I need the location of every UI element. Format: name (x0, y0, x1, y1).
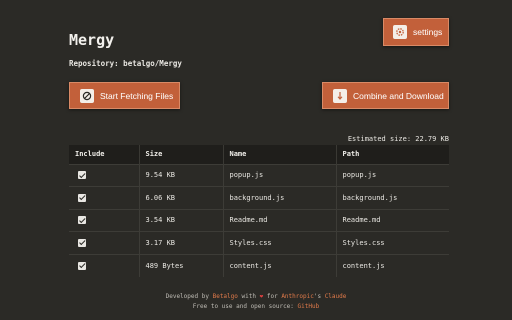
combine-download-button[interactable]: Combine and Download (322, 82, 449, 109)
table-row: 3.17 KB Styles.css Styles.css (69, 231, 449, 254)
include-cell (69, 163, 140, 187)
footer-text: Free to use and open source: (192, 303, 294, 310)
size-cell: 3.54 KB (139, 208, 224, 232)
company-link[interactable]: Anthropic (281, 293, 314, 300)
name-cell: Readme.md (223, 208, 337, 232)
table-row: 9.54 KB popup.js popup.js (69, 163, 449, 187)
size-cell: 9.54 KB (139, 163, 224, 187)
start-fetching-button[interactable]: Start Fetching Files (69, 82, 180, 109)
product-link[interactable]: Claude (325, 293, 347, 300)
include-cell (69, 253, 140, 277)
gear-icon (393, 25, 407, 39)
table-header-row: Include Size Name Path (69, 145, 449, 164)
footer-credits: Developed by Betalgo with ❤ for Anthropi… (0, 293, 512, 300)
include-checkbox[interactable] (78, 261, 86, 270)
header-size: Size (139, 145, 224, 164)
table-row: 6.06 KB background.js background.js (69, 186, 449, 209)
heart-icon: ❤ (259, 293, 264, 300)
footer-text: 's (313, 293, 322, 300)
name-cell: content.js (223, 253, 337, 277)
size-cell: 489 Bytes (139, 253, 224, 277)
path-cell: Readme.md (336, 208, 449, 232)
include-checkbox[interactable] (78, 171, 86, 180)
author-link[interactable]: Betalgo (213, 293, 238, 300)
size-cell: 6.06 KB (139, 186, 224, 209)
files-table: Include Size Name Path 9.54 KB popup.js … (69, 145, 449, 277)
combine-download-label: Combine and Download (353, 90, 444, 101)
download-icon (333, 88, 347, 103)
include-checkbox[interactable] (78, 238, 86, 247)
github-link[interactable]: GitHub (298, 303, 320, 310)
path-cell: popup.js (336, 163, 449, 187)
app-title: Mergy (69, 31, 115, 49)
start-fetching-label: Start Fetching Files (100, 90, 174, 101)
settings-button[interactable]: settings (383, 18, 449, 46)
path-cell: Styles.css (336, 231, 449, 254)
include-checkbox[interactable] (78, 216, 86, 225)
repository-label: Repository: betalgo/Mergy (69, 59, 182, 68)
fetch-icon (80, 88, 94, 103)
include-cell (69, 231, 140, 254)
estimated-size: Estimated size: 22.79 KB (347, 135, 449, 143)
name-cell: popup.js (223, 163, 337, 187)
header-include: Include (69, 145, 140, 164)
footer-license: Free to use and open source: GitHub (0, 303, 512, 310)
footer-text: Developed by (165, 293, 209, 300)
footer-text: with (241, 293, 256, 300)
table-row: 489 Bytes content.js content.js (69, 253, 449, 277)
name-cell: background.js (223, 186, 337, 209)
settings-label: settings (413, 27, 443, 37)
path-cell: content.js (336, 253, 449, 277)
include-checkbox[interactable] (78, 193, 86, 202)
footer-text: for (266, 293, 278, 300)
path-cell: background.js (336, 186, 449, 209)
name-cell: Styles.css (223, 231, 337, 254)
size-cell: 3.17 KB (139, 231, 224, 254)
include-cell (69, 186, 140, 209)
include-cell (69, 208, 140, 232)
header-name: Name (223, 145, 337, 164)
header-path: Path (336, 145, 449, 164)
table-row: 3.54 KB Readme.md Readme.md (69, 208, 449, 232)
